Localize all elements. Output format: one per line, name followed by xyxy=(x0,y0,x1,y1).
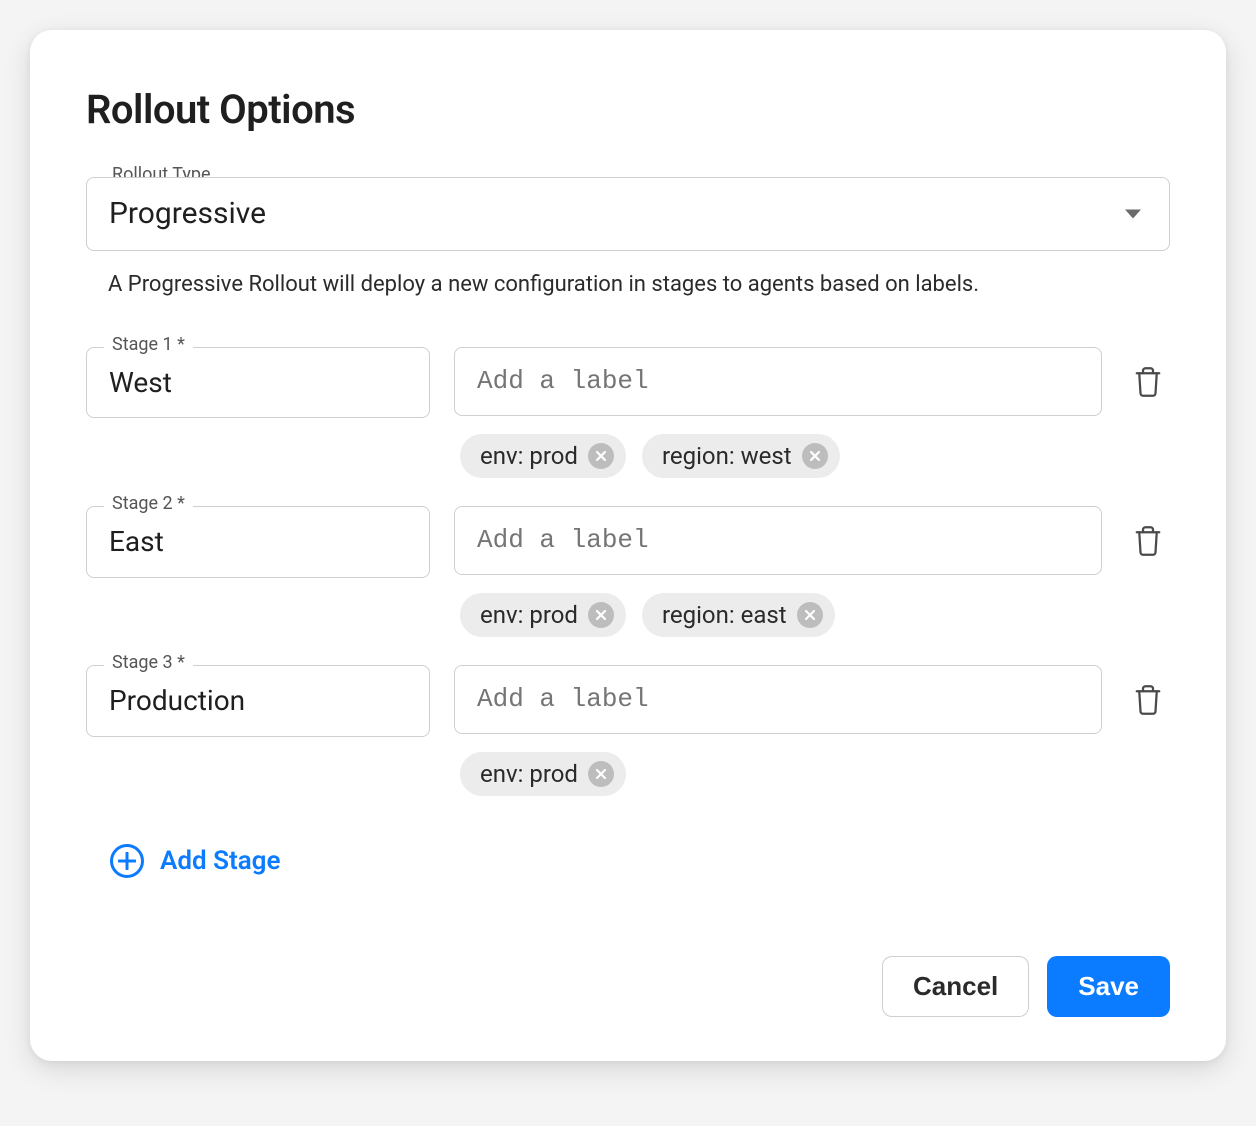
save-button[interactable]: Save xyxy=(1047,956,1170,1017)
trash-icon[interactable] xyxy=(1133,365,1163,399)
stage-labels-column: env: prod region: west xyxy=(454,347,1102,478)
label-chips: env: prod region: east xyxy=(454,593,1102,637)
stage-row: Stage 2 * env: prod region: east xyxy=(86,506,1170,637)
stage-name-field: Stage 2 * xyxy=(86,506,430,578)
rollout-type-field: Rollout Type Progressive xyxy=(86,177,1170,251)
label-chip-text: env: prod xyxy=(480,760,578,788)
label-chip: region: west xyxy=(642,434,840,478)
label-chip-text: region: east xyxy=(662,601,787,629)
stage-name-input[interactable] xyxy=(86,665,430,737)
chevron-down-icon xyxy=(1125,210,1141,219)
stage-name-field: Stage 1 * xyxy=(86,347,430,419)
close-icon[interactable] xyxy=(802,443,828,469)
add-label-input[interactable] xyxy=(454,347,1102,416)
trash-icon[interactable] xyxy=(1133,683,1163,717)
stage-name-input[interactable] xyxy=(86,347,430,419)
stage-row: Stage 1 * env: prod region: west xyxy=(86,347,1170,478)
add-label-input[interactable] xyxy=(454,506,1102,575)
label-chip-text: env: prod xyxy=(480,601,578,629)
dialog-footer: Cancel Save xyxy=(86,956,1170,1017)
close-icon[interactable] xyxy=(588,602,614,628)
close-icon[interactable] xyxy=(588,443,614,469)
rollout-type-value: Progressive xyxy=(109,196,266,231)
add-stage-label: Add Stage xyxy=(160,846,280,876)
rollout-type-helper: A Progressive Rollout will deploy a new … xyxy=(108,269,1170,301)
close-icon[interactable] xyxy=(588,761,614,787)
stage-field-label: Stage 3 * xyxy=(104,654,193,672)
label-chip: env: prod xyxy=(460,593,626,637)
stage-actions xyxy=(1126,506,1170,558)
stage-name-field: Stage 3 * xyxy=(86,665,430,737)
label-chip-text: region: west xyxy=(662,442,792,470)
close-icon[interactable] xyxy=(797,602,823,628)
label-chips: env: prod xyxy=(454,752,1102,796)
stage-name-input[interactable] xyxy=(86,506,430,578)
stage-field-label: Stage 1 * xyxy=(104,336,193,354)
page-title: Rollout Options xyxy=(86,86,1170,133)
add-label-input[interactable] xyxy=(454,665,1102,734)
stage-labels-column: env: prod region: east xyxy=(454,506,1102,637)
label-chip: env: prod xyxy=(460,434,626,478)
stages-list: Stage 1 * env: prod region: west Stage 2 * e… xyxy=(86,347,1170,797)
stage-row: Stage 3 * env: prod xyxy=(86,665,1170,796)
label-chip: env: prod xyxy=(460,752,626,796)
label-chip: region: east xyxy=(642,593,835,637)
rollout-type-select[interactable]: Progressive xyxy=(86,177,1170,251)
trash-icon[interactable] xyxy=(1133,524,1163,558)
rollout-options-card: Rollout Options Rollout Type Progressive… xyxy=(30,30,1226,1061)
label-chips: env: prod region: west xyxy=(454,434,1102,478)
stage-labels-column: env: prod xyxy=(454,665,1102,796)
label-chip-text: env: prod xyxy=(480,442,578,470)
stage-actions xyxy=(1126,665,1170,717)
stage-field-label: Stage 2 * xyxy=(104,495,193,513)
stage-actions xyxy=(1126,347,1170,399)
plus-circle-icon xyxy=(110,844,144,878)
add-stage-button[interactable]: Add Stage xyxy=(86,844,280,878)
cancel-button[interactable]: Cancel xyxy=(882,956,1029,1017)
